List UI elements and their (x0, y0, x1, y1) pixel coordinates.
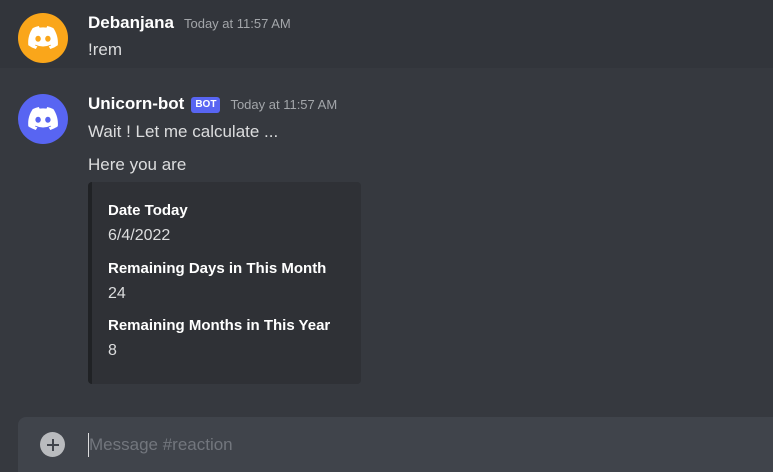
message-debanjana: Debanjana Today at 11:57 AM !rem (0, 0, 773, 68)
embed-field-value: 24 (108, 285, 126, 302)
bot-badge: BOT (191, 97, 221, 113)
message-text: !rem (88, 40, 122, 59)
embed-field-value: 6/4/2022 (108, 227, 171, 244)
discord-logo-icon (28, 107, 58, 130)
avatar[interactable] (18, 94, 68, 144)
avatar[interactable] (18, 13, 68, 63)
username[interactable]: Unicorn-bot (88, 94, 184, 114)
message-text: Wait ! Let me calculate ... (88, 122, 279, 141)
message-input[interactable] (89, 431, 749, 459)
embed-field-name: Date Today (108, 202, 188, 219)
discord-logo-icon (28, 26, 58, 49)
embed-field-value: 8 (108, 342, 117, 359)
embed-card: Date Today 6/4/2022 Remaining Days in Th… (88, 182, 361, 384)
timestamp: Today at 11:57 AM (230, 97, 338, 112)
plus-circle-icon (46, 438, 59, 451)
message-header: Debanjana Today at 11:57 AM (88, 13, 291, 33)
message-unicorn-bot: Unicorn-bot BOT Today at 11:57 AM Wait !… (0, 84, 773, 394)
message-composer (18, 417, 773, 472)
username[interactable]: Debanjana (88, 13, 174, 33)
add-attachment-button[interactable] (40, 432, 65, 457)
timestamp: Today at 11:57 AM (183, 16, 291, 31)
embed-field-name: Remaining Months in This Year (108, 317, 331, 334)
embed-field-name: Remaining Days in This Month (108, 260, 327, 277)
message-text: Here you are (88, 155, 187, 174)
message-header: Unicorn-bot BOT Today at 11:57 AM (88, 94, 337, 115)
